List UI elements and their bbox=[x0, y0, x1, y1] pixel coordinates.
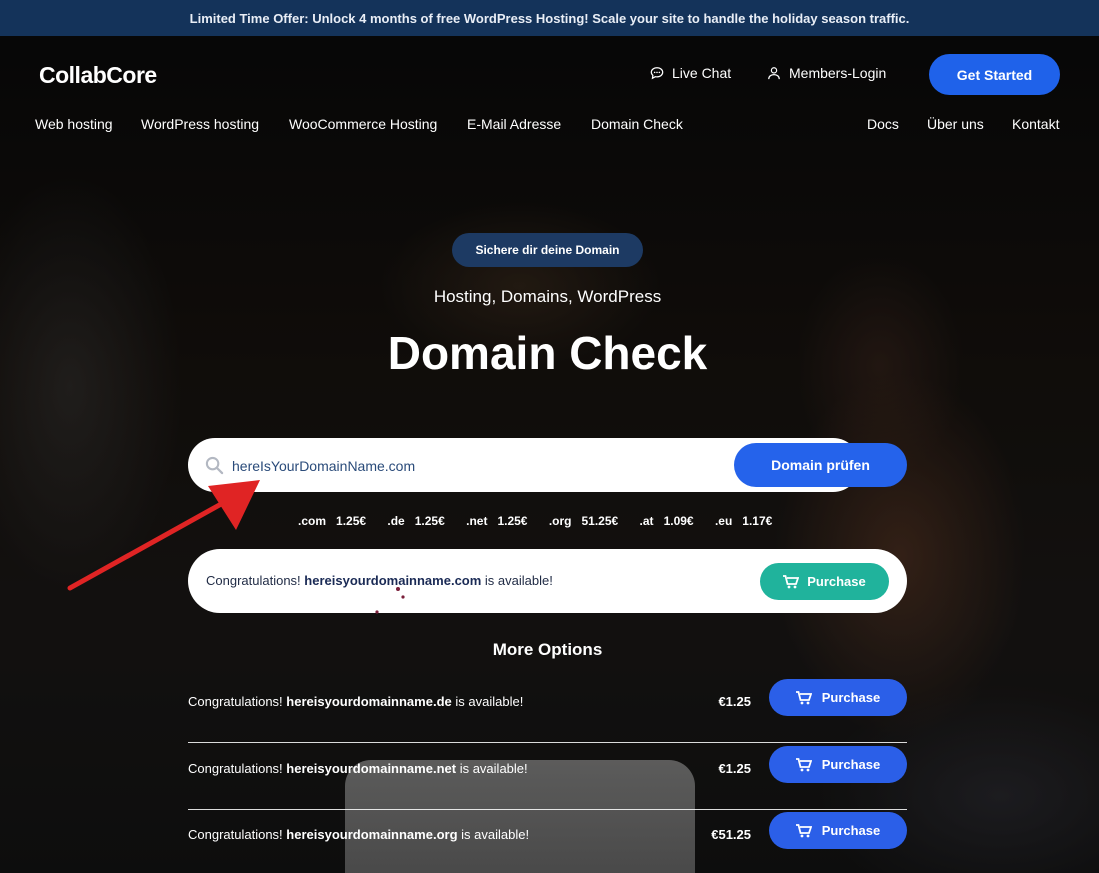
live-chat-link[interactable]: Live Chat bbox=[650, 65, 731, 81]
option-price: €1.25 bbox=[718, 761, 751, 776]
tld-label: .net bbox=[466, 514, 488, 528]
nav-kontakt[interactable]: Kontakt bbox=[1012, 116, 1059, 132]
page-title: Domain Check bbox=[387, 327, 708, 379]
tld-price: 1.25€ bbox=[336, 514, 367, 528]
members-login-label: Members-Login bbox=[789, 65, 887, 81]
tld-price-list: .com 1.25€ .de 1.25€ .net 1.25€ .org 51.25€ … bbox=[298, 514, 790, 528]
option-row: Congratulations! hereisyourdomainname.or… bbox=[188, 812, 907, 873]
promo-banner[interactable]: Limited Time Offer: Unlock 4 months of f… bbox=[0, 0, 1099, 36]
option-domain: hereisyourdomainname.org bbox=[286, 827, 458, 842]
get-started-button[interactable]: Get Started bbox=[929, 54, 1060, 95]
more-options-heading: More Options bbox=[492, 640, 603, 659]
purchase-label: Purchase bbox=[821, 757, 881, 772]
site-header: CollabCore Live Chat Members-Login Get S… bbox=[0, 36, 1099, 156]
live-chat-label: Live Chat bbox=[672, 65, 732, 81]
option-domain: hereisyourdomainname.de bbox=[286, 694, 452, 709]
logo[interactable]: CollabCore bbox=[39, 62, 157, 89]
hero-badge: Sichere dir deine Domain bbox=[452, 233, 643, 267]
option-row: Congratulations! hereisyourdomainname.de… bbox=[188, 679, 907, 743]
cart-icon bbox=[783, 574, 800, 588]
purchase-button[interactable]: Purchase bbox=[760, 563, 889, 600]
nav-email-adresse[interactable]: E-Mail Adresse bbox=[467, 116, 561, 132]
user-icon bbox=[768, 67, 780, 80]
purchase-button[interactable]: Purchase bbox=[769, 679, 907, 716]
nav-docs[interactable]: Docs bbox=[867, 116, 899, 132]
tld-price: 1.17€ bbox=[742, 514, 773, 528]
option-domain: hereisyourdomainname.net bbox=[286, 761, 457, 776]
result-suffix: is available! bbox=[484, 573, 553, 588]
option-row: Congratulations! hereisyourdomainname.ne… bbox=[188, 746, 907, 810]
cart-icon bbox=[795, 757, 812, 771]
promo-text: Limited Time Offer: Unlock 4 months of f… bbox=[189, 10, 910, 26]
nav-ueber-uns[interactable]: Über uns bbox=[927, 116, 984, 132]
option-text: Congratulations! hereisyourdomainname.de… bbox=[188, 694, 523, 709]
nav-domain-check[interactable]: Domain Check bbox=[591, 116, 683, 132]
tld-label: .org bbox=[548, 514, 572, 528]
tld-price: 51.25€ bbox=[581, 514, 619, 528]
option-text: Congratulations! hereisyourdomainname.or… bbox=[188, 827, 529, 842]
cart-icon bbox=[795, 690, 812, 704]
purchase-label: Purchase bbox=[821, 823, 881, 838]
nav-woocommerce-hosting[interactable]: WooCommerce Hosting bbox=[289, 116, 437, 132]
option-prefix: Congratulations! bbox=[188, 827, 283, 842]
option-text: Congratulations! hereisyourdomainname.ne… bbox=[188, 761, 528, 776]
cart-icon bbox=[795, 823, 812, 837]
option-suffix: is available! bbox=[459, 761, 528, 776]
domain-search-input[interactable] bbox=[232, 455, 722, 477]
domain-check-button[interactable]: Domain prüfen bbox=[734, 443, 907, 487]
tld-label: .eu bbox=[714, 514, 733, 528]
chat-bubble-icon bbox=[650, 67, 664, 80]
tld-price: 1.25€ bbox=[497, 514, 528, 528]
option-prefix: Congratulations! bbox=[188, 761, 283, 776]
hero-subtitle: Hosting, Domains, WordPress bbox=[433, 287, 662, 306]
tld-price: 1.09€ bbox=[663, 514, 694, 528]
tld-price: 1.25€ bbox=[414, 514, 445, 528]
option-price: €1.25 bbox=[718, 694, 751, 709]
tld-label: .com bbox=[298, 514, 327, 528]
sparkle-icon bbox=[375, 587, 405, 614]
option-suffix: is available! bbox=[455, 694, 524, 709]
purchase-label: Purchase bbox=[821, 690, 881, 705]
annotation-arrow-icon bbox=[67, 480, 260, 591]
nav-wordpress-hosting[interactable]: WordPress hosting bbox=[141, 116, 259, 132]
option-price: €51.25 bbox=[711, 827, 751, 842]
nav-web-hosting[interactable]: Web hosting bbox=[35, 116, 113, 132]
option-prefix: Congratulations! bbox=[188, 694, 283, 709]
tld-label: .de bbox=[387, 514, 405, 528]
purchase-button[interactable]: Purchase bbox=[769, 812, 907, 849]
tld-label: .at bbox=[639, 514, 654, 528]
purchase-label: Purchase bbox=[807, 574, 866, 589]
option-suffix: is available! bbox=[461, 827, 530, 842]
members-login-link[interactable]: Members-Login bbox=[767, 65, 886, 81]
domain-result-card: Congratulations! hereisyourdomainname.co… bbox=[188, 549, 907, 613]
purchase-button[interactable]: Purchase bbox=[769, 746, 907, 783]
